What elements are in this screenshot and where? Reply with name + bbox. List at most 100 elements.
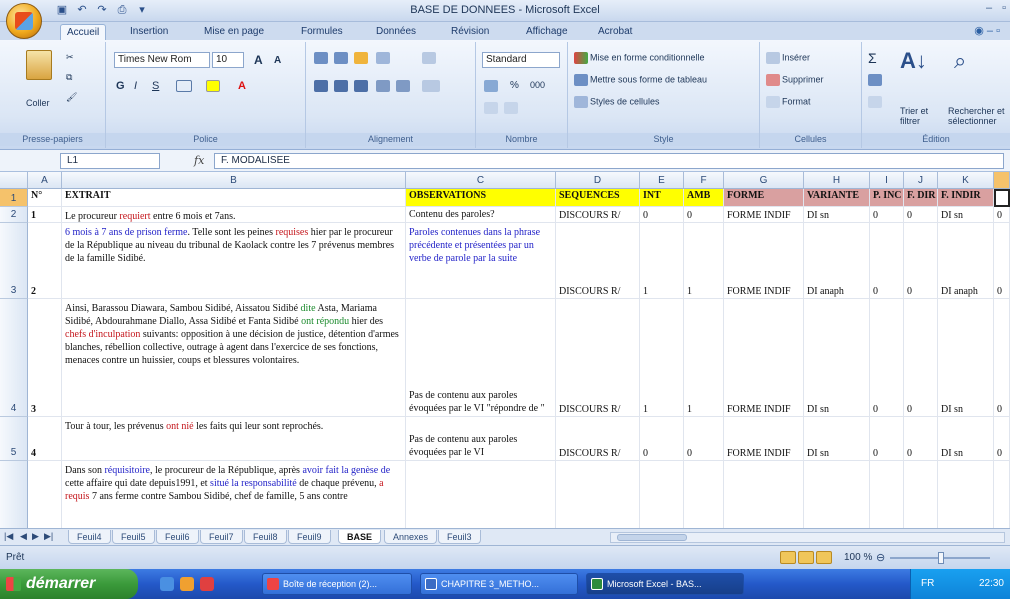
header-cell[interactable]: F. INDIR [938,189,994,207]
sheet-tab-feuil9[interactable]: Feuil9 [288,530,331,544]
zoom-slider-knob[interactable] [938,552,944,564]
delete-cells-button[interactable]: Supprimer [766,74,824,86]
cell-fdir[interactable]: 0 [904,299,938,417]
horizontal-scroll-thumb[interactable] [617,534,687,541]
col-header-h[interactable]: H [804,172,870,189]
align-right-icon[interactable] [354,80,370,92]
tab-mise-en-page[interactable]: Mise en page [198,24,270,40]
align-left-icon[interactable] [314,80,330,92]
insert-function-icon[interactable]: fx [194,154,204,167]
tab-donnees[interactable]: Données [370,24,422,40]
grow-font-button[interactable]: A [254,53,263,67]
zoom-out-icon[interactable]: ⊖ [876,551,885,564]
row-header[interactable]: 5 [0,417,28,461]
cell-n[interactable]: 3 [28,299,62,417]
cell-fdir[interactable]: 0 [904,417,938,461]
page-break-view-icon[interactable] [816,551,832,564]
cell-forme[interactable] [724,461,804,528]
cell-pinc[interactable] [870,461,904,528]
cell-findir[interactable]: DI anaph [938,223,994,299]
tab-revision[interactable]: Révision [445,24,495,40]
copy-icon[interactable]: ⧉ [66,72,72,83]
cell-amb[interactable]: 0 [684,207,724,223]
row-header[interactable]: 3 [0,223,28,299]
cell-amb[interactable]: 0 [684,417,724,461]
header-cell[interactable]: N° [28,189,62,207]
cell-l[interactable]: 0 [994,223,1010,299]
col-header-e[interactable]: E [640,172,684,189]
increase-indent-icon[interactable] [396,80,412,92]
cell-findir[interactable] [938,461,994,528]
cell-findir[interactable]: DI sn [938,299,994,417]
cell-extrait[interactable]: Dans son réquisitoire, le procureur de l… [62,461,406,528]
tab-formules[interactable]: Formules [295,24,349,40]
font-color-icon[interactable]: A [238,80,246,92]
increase-decimal-icon[interactable] [484,102,500,114]
insert-cells-button[interactable]: Insérer [766,52,810,64]
start-button[interactable]: démarrer [0,569,138,599]
thousands-button[interactable]: 000 [530,80,545,90]
wrap-text-icon[interactable] [422,52,438,64]
col-header-j[interactable]: J [904,172,938,189]
ie-icon[interactable] [160,577,174,591]
cell-l[interactable] [994,461,1010,528]
cell-int[interactable]: 0 [640,207,684,223]
zoom-level[interactable]: 100 % [844,552,872,563]
cell-fdir[interactable]: 0 [904,223,938,299]
cell-amb[interactable]: 1 [684,299,724,417]
cell-l[interactable]: 0 [994,207,1010,223]
cell-n[interactable]: 4 [28,417,62,461]
col-header-b[interactable]: B [62,172,406,189]
fill-icon[interactable] [868,74,884,86]
cell-variante[interactable]: DI sn [804,299,870,417]
fill-color-icon[interactable] [206,80,222,92]
cell-variante[interactable]: DI sn [804,417,870,461]
header-cell[interactable]: F. DIR [904,189,938,207]
borders-icon[interactable] [176,80,194,92]
col-header-c[interactable]: C [406,172,556,189]
col-header-g[interactable]: G [724,172,804,189]
cell-pinc[interactable]: 0 [870,207,904,223]
media-icon[interactable] [200,577,214,591]
cell-n[interactable]: 2 [28,223,62,299]
cell-int[interactable] [640,461,684,528]
underline-button[interactable]: S [152,80,159,92]
cell-pinc[interactable]: 0 [870,223,904,299]
task-word[interactable]: CHAPITRE 3_METHO... [420,573,578,595]
cell-observations[interactable]: Pas de contenu aux paroles évoquées par … [406,299,556,417]
shrink-font-button[interactable]: A [274,55,281,66]
cell-variante[interactable] [804,461,870,528]
sheet-tab-feuil5[interactable]: Feuil5 [112,530,155,544]
format-as-table-button[interactable]: Mettre sous forme de tableau [574,74,707,86]
cell-extrait[interactable]: 6 mois à 7 ans de prison ferme. Telle so… [62,223,406,299]
zoom-slider[interactable] [890,552,990,564]
cell-int[interactable]: 0 [640,417,684,461]
sheet-tab-annexes[interactable]: Annexes [384,530,438,544]
sheet-tab-base[interactable]: BASE [338,530,382,544]
office-button[interactable] [6,3,42,39]
cell-styles-button[interactable]: Styles de cellules [574,96,660,108]
merge-center-icon[interactable] [422,80,442,92]
cell-forme[interactable]: FORME INDIF [724,223,804,299]
sort-filter-icon[interactable]: A↓ [900,48,927,74]
normal-view-icon[interactable] [780,551,796,564]
sheet-tab-feuil7[interactable]: Feuil7 [200,530,243,544]
cell-pinc[interactable]: 0 [870,417,904,461]
header-cell[interactable]: AMB [684,189,724,207]
autosum-button[interactable]: Σ [868,50,877,66]
cell-sequences[interactable]: DISCOURS R/ [556,207,640,223]
name-box[interactable]: L1 [60,153,160,169]
row-header[interactable] [0,461,28,528]
cell-observations[interactable]: Contenu des paroles? [406,207,556,223]
row-header[interactable]: 1 [0,189,28,207]
cell-extrait[interactable]: Tour à tour, les prévenus ont nié les fa… [62,417,406,461]
orientation-icon[interactable] [376,52,392,64]
cell-l[interactable]: 0 [994,417,1010,461]
align-middle-icon[interactable] [334,52,350,64]
italic-button[interactable]: I [134,80,137,92]
find-icon[interactable]: ⌕ [954,48,966,74]
row-header[interactable]: 4 [0,299,28,417]
formula-input[interactable]: F. MODALISEE [214,153,1004,169]
number-format-select[interactable]: Standard [482,52,560,68]
cell-forme[interactable]: FORME INDIF [724,299,804,417]
